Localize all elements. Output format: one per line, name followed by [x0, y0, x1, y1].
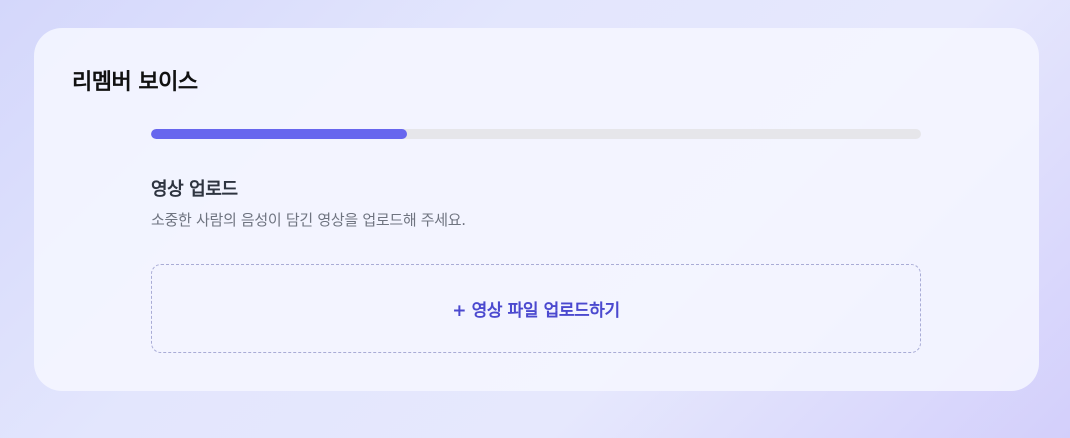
upload-video-label: + 영상 파일 업로드하기 — [452, 301, 620, 321]
main-card: 리멤버 보이스 영상 업로드 소중한 사람의 음성이 담긴 영상을 업로드해 주… — [34, 28, 1039, 391]
step-title: 영상 업로드 — [151, 179, 238, 200]
progress-bar — [151, 129, 921, 139]
app-title: 리멤버 보이스 — [72, 70, 198, 95]
upload-video-button[interactable]: + 영상 파일 업로드하기 — [151, 264, 921, 353]
progress-bar-fill — [151, 129, 408, 139]
step-description: 소중한 사람의 음성이 담긴 영상을 업로드해 주세요. — [151, 211, 466, 229]
